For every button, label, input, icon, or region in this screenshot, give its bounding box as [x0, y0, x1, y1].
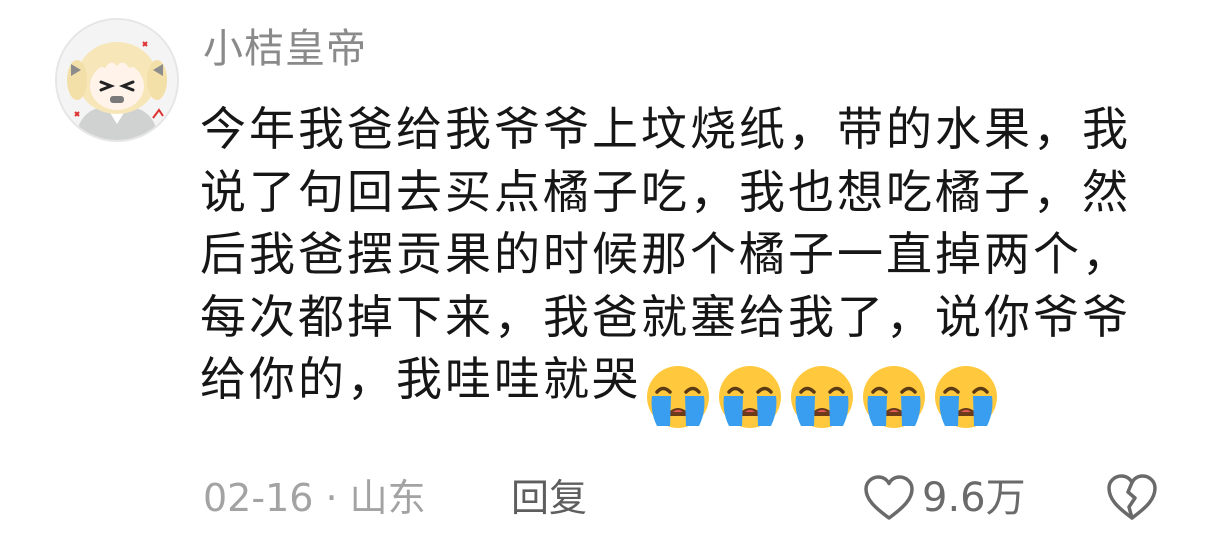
loudly-crying-face-icon [859, 362, 929, 432]
reply-button[interactable]: 回复 [511, 474, 587, 522]
loudly-crying-face-icon [715, 362, 785, 432]
username[interactable]: 小桔皇帝 [203, 24, 367, 74]
loudly-crying-face-icon [931, 362, 1001, 432]
heart-outline-icon [864, 475, 914, 520]
comment-text: 今年我爸给我爷爷上坟烧纸，带的水果，我说了句回去买点橘子吃，我也想吃橘子，然后我… [200, 98, 1160, 432]
comment-footer: 02-16 · 山东 回复 9.6万 [0, 470, 1224, 526]
like-button[interactable]: 9.6万 [862, 470, 1026, 526]
like-count: 9.6万 [922, 475, 1026, 521]
date-location: 02-16 · 山东 [203, 476, 426, 520]
broken-heart-icon[interactable] [1104, 472, 1160, 522]
comment-item: 小桔皇帝 今年我爸给我爷爷上坟烧纸，带的水果，我说了句回去买点橘子吃，我也想吃橘… [0, 0, 1224, 541]
comment-body: 今年我爸给我爷爷上坟烧纸，带的水果，我说了句回去买点橘子吃，我也想吃橘子，然后我… [200, 102, 1131, 406]
loudly-crying-face-icon [643, 362, 713, 432]
avatar[interactable] [55, 18, 179, 142]
loudly-crying-face-icon [787, 362, 857, 432]
emoji-row [643, 362, 1003, 432]
avatar-anime-girl-icon [57, 20, 177, 140]
